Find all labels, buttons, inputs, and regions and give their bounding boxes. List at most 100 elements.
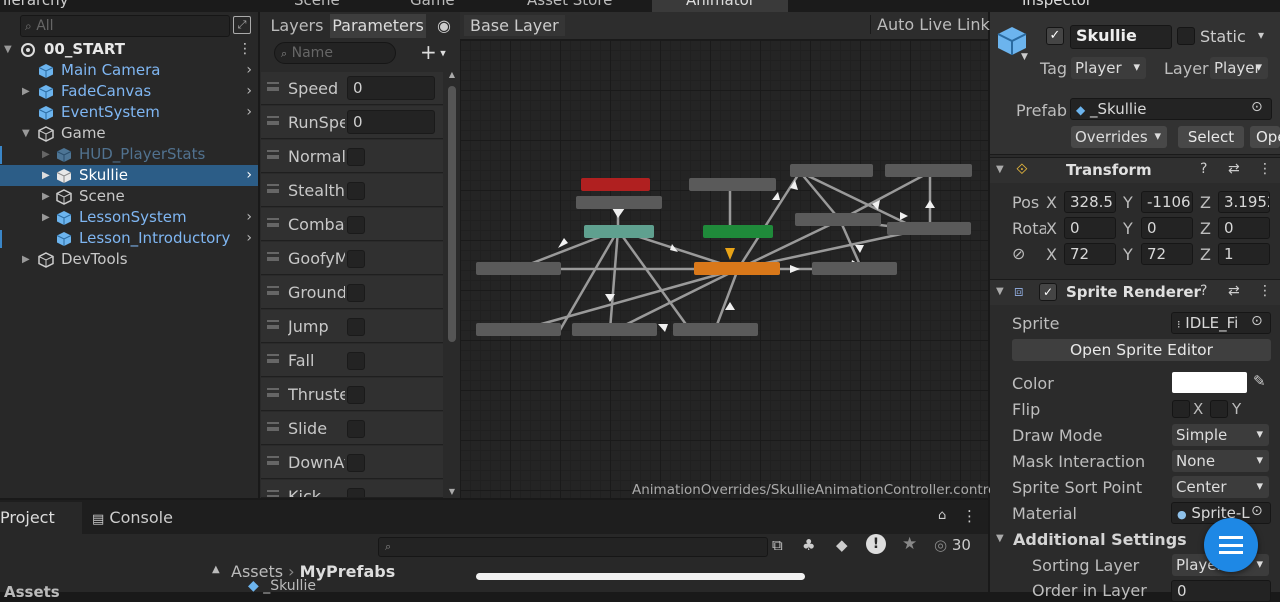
param-row[interactable]: Speed 0 bbox=[261, 72, 443, 105]
project-tree-scroll-arrow[interactable]: ▲ bbox=[212, 564, 220, 575]
component-enabled-checkbox[interactable]: ✓ bbox=[1039, 283, 1057, 301]
chevron-right-icon[interactable]: › bbox=[246, 228, 252, 249]
param-row[interactable]: Thrusted bbox=[261, 378, 443, 411]
param-row[interactable]: RunSpeed0 bbox=[261, 106, 443, 139]
anim-state-node[interactable] bbox=[572, 323, 657, 336]
label-icon[interactable]: ◆ bbox=[836, 536, 848, 554]
param-row[interactable]: Combat bbox=[261, 208, 443, 241]
param-row[interactable]: GoofyMode bbox=[261, 242, 443, 275]
param-bool-checkbox[interactable] bbox=[347, 284, 365, 302]
param-value-field[interactable]: 0 bbox=[347, 76, 435, 100]
hierarchy-item-lesson-introductory[interactable]: Lesson_Introductory › bbox=[0, 228, 258, 249]
expand-right-icon[interactable]: ▶ bbox=[42, 186, 50, 207]
anim-state-node[interactable] bbox=[584, 225, 654, 238]
breadcrumb-base-layer[interactable]: Base Layer bbox=[464, 15, 565, 36]
eyedropper-icon[interactable]: ✎ bbox=[1253, 372, 1266, 390]
drag-handle-icon[interactable] bbox=[267, 218, 279, 227]
param-row[interactable]: Fall bbox=[261, 344, 443, 377]
add-parameter-button[interactable]: + ▾ bbox=[420, 40, 456, 64]
anim-state-node[interactable] bbox=[812, 262, 897, 275]
parameter-search[interactable]: ⌕ Name bbox=[274, 42, 396, 64]
color-swatch[interactable] bbox=[1172, 372, 1247, 393]
param-row[interactable]: Jump bbox=[261, 310, 443, 343]
anim-state-node[interactable] bbox=[885, 164, 972, 177]
add-gameobject-icon[interactable]: ⤢ bbox=[233, 16, 251, 34]
drag-handle-icon[interactable] bbox=[267, 150, 279, 159]
object-picker-icon[interactable]: ⊙ bbox=[1251, 99, 1263, 115]
hierarchy-item-fadecanvas[interactable]: ▶ FadeCanvas › bbox=[0, 81, 258, 102]
search-by-type-icon[interactable]: ⧉ bbox=[772, 536, 783, 554]
floating-menu-button[interactable] bbox=[1204, 518, 1258, 572]
anim-state-node[interactable] bbox=[790, 164, 873, 177]
tab-game[interactable]: Game bbox=[410, 0, 455, 9]
anim-state-node[interactable] bbox=[581, 178, 650, 191]
param-bool-checkbox[interactable] bbox=[347, 488, 365, 497]
draw-mode-dropdown[interactable]: Simple bbox=[1172, 424, 1269, 446]
expand-down-icon[interactable]: ▼ bbox=[4, 39, 12, 60]
drag-handle-icon[interactable] bbox=[267, 252, 279, 261]
flip-y-checkbox[interactable] bbox=[1210, 400, 1228, 418]
anim-state-node[interactable] bbox=[887, 222, 971, 235]
sprite-renderer-header[interactable]: ▼ ⧈ ✓ Sprite Renderer ? ⇄ ⋮ bbox=[990, 279, 1280, 305]
param-row[interactable]: Grounded bbox=[261, 276, 443, 309]
tab-asset-store[interactable]: Asset Store bbox=[527, 0, 612, 9]
scale-y-field[interactable]: 72 bbox=[1141, 243, 1193, 265]
icon-dropdown-icon[interactable]: ▼ bbox=[1021, 52, 1028, 62]
constrain-proportions-icon[interactable]: ⊘ bbox=[1012, 244, 1025, 263]
rotation-z-field[interactable]: 0 bbox=[1218, 217, 1270, 239]
tab-animator[interactable]: Animator bbox=[686, 0, 755, 9]
param-bool-checkbox[interactable] bbox=[347, 420, 365, 438]
scale-z-field[interactable]: 1 bbox=[1218, 243, 1270, 265]
flip-x-checkbox[interactable] bbox=[1172, 400, 1190, 418]
transform-header[interactable]: ▼ ⟐ Transform ? ⇄ ⋮ bbox=[990, 157, 1280, 183]
hierarchy-item-skullie[interactable]: ▶ Skullie › bbox=[0, 165, 258, 186]
select-prefab-button[interactable]: Select bbox=[1178, 126, 1244, 148]
info-icon[interactable]: ! bbox=[866, 534, 886, 554]
presets-icon[interactable]: ⇄ bbox=[1228, 161, 1240, 177]
param-bool-checkbox[interactable] bbox=[347, 386, 365, 404]
tab-scene[interactable]: Scene bbox=[294, 0, 340, 9]
component-menu-icon[interactable]: ⋮ bbox=[1258, 161, 1272, 177]
order-in-layer-field[interactable]: 0 bbox=[1171, 580, 1271, 602]
more-menu-icon[interactable]: ⋮ bbox=[238, 39, 252, 60]
mask-interaction-dropdown[interactable]: None bbox=[1172, 450, 1269, 472]
project-tree-assets[interactable]: Assets bbox=[4, 583, 60, 601]
param-row[interactable]: Stealth bbox=[261, 174, 443, 207]
help-icon[interactable]: ? bbox=[1200, 283, 1207, 299]
position-z-field[interactable]: 3.1952 bbox=[1218, 191, 1270, 213]
drag-handle-icon[interactable] bbox=[267, 354, 279, 363]
scale-x-field[interactable]: 72 bbox=[1064, 243, 1116, 265]
drag-handle-icon[interactable] bbox=[267, 422, 279, 431]
fold-down-icon[interactable]: ▼ bbox=[996, 533, 1004, 544]
param-bool-checkbox[interactable] bbox=[347, 182, 365, 200]
param-row[interactable]: Normal bbox=[261, 140, 443, 173]
expand-right-icon[interactable]: ▶ bbox=[22, 249, 30, 270]
hidden-packages-toggle[interactable]: ◎ 30 bbox=[934, 536, 971, 554]
open-prefab-button[interactable]: Open bbox=[1250, 126, 1280, 148]
scrollbar-thumb[interactable] bbox=[448, 86, 456, 342]
filter-type-icon[interactable]: ♣ bbox=[802, 536, 815, 554]
additional-settings-foldout[interactable]: Additional Settings bbox=[1013, 530, 1187, 549]
fold-down-icon[interactable]: ▼ bbox=[996, 164, 1004, 175]
param-bool-checkbox[interactable] bbox=[347, 250, 365, 268]
tab-layers[interactable]: Layers bbox=[266, 14, 328, 38]
anim-state-node[interactable] bbox=[689, 178, 776, 191]
object-name-field[interactable]: Skullie bbox=[1070, 25, 1172, 49]
param-bool-checkbox[interactable] bbox=[347, 352, 365, 370]
anim-state-node[interactable] bbox=[576, 196, 662, 209]
param-row[interactable]: DownAttack bbox=[261, 446, 443, 479]
expand-down-icon[interactable]: ▼ bbox=[22, 123, 30, 144]
object-picker-icon[interactable]: ⊙ bbox=[1251, 503, 1263, 519]
hierarchy-item-devtools[interactable]: ▶ DevTools bbox=[0, 249, 258, 270]
anim-state-node[interactable] bbox=[795, 213, 881, 226]
tab-project[interactable]: Project bbox=[0, 502, 82, 534]
param-row[interactable]: Kick bbox=[261, 480, 443, 498]
drag-handle-icon[interactable] bbox=[267, 286, 279, 295]
hierarchy-item-game[interactable]: ▼ Game bbox=[0, 123, 258, 144]
drag-handle-icon[interactable] bbox=[267, 388, 279, 397]
hierarchy-item-eventsystem[interactable]: EventSystem › bbox=[0, 102, 258, 123]
object-picker-icon[interactable]: ⊙ bbox=[1251, 313, 1263, 329]
param-bool-checkbox[interactable] bbox=[347, 148, 365, 166]
chevron-right-icon[interactable]: › bbox=[246, 81, 252, 102]
expand-right-icon[interactable]: ▶ bbox=[42, 165, 50, 186]
